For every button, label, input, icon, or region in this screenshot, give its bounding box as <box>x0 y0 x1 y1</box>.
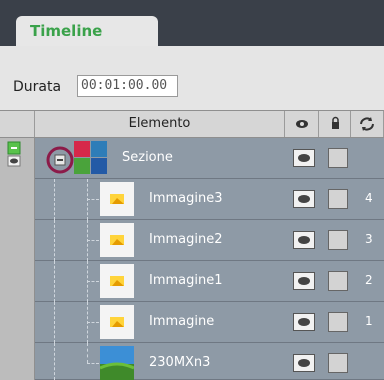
eye-icon <box>298 236 310 244</box>
lock-toggle[interactable] <box>328 148 348 168</box>
table-row[interactable]: 230MXn3 <box>35 343 384 380</box>
image-icon <box>110 194 124 204</box>
table-row[interactable]: Immagine1 2 <box>35 261 384 302</box>
section-marker <box>7 141 21 167</box>
eye-icon <box>298 195 310 203</box>
eye-icon <box>298 277 310 285</box>
row-name: Immagine <box>149 314 215 329</box>
row-number: 1 <box>365 314 373 328</box>
row-number: 4 <box>365 191 373 205</box>
lock-toggle[interactable] <box>328 312 348 332</box>
image-thumbnail <box>100 223 134 257</box>
tree-line <box>87 343 88 363</box>
eye-icon <box>298 154 310 162</box>
header-visibility[interactable] <box>285 111 319 137</box>
collapse-icon[interactable] <box>46 138 74 179</box>
lock-toggle[interactable] <box>328 271 348 291</box>
table-row[interactable]: Immagine2 3 <box>35 220 384 261</box>
lock-toggle[interactable] <box>328 230 348 250</box>
lock-icon <box>332 116 339 129</box>
section-thumbnail <box>74 141 107 174</box>
header-elemento[interactable]: Elemento <box>35 111 285 137</box>
tree-line <box>54 179 55 220</box>
row-name: Immagine3 <box>149 191 223 206</box>
row-name: 230MXn3 <box>149 355 211 370</box>
sync-icon <box>360 117 374 131</box>
tree-line <box>87 322 99 323</box>
tree-line <box>87 281 99 282</box>
visibility-toggle[interactable] <box>293 190 315 208</box>
visibility-toggle[interactable] <box>293 313 315 331</box>
lock-toggle[interactable] <box>328 353 348 373</box>
table-row[interactable]: Immagine 1 <box>35 302 384 343</box>
lock-toggle[interactable] <box>328 189 348 209</box>
eye-icon <box>296 120 308 128</box>
video-thumbnail <box>100 346 134 380</box>
duration-field[interactable]: 00:01:00.00 <box>77 75 178 97</box>
tab-timeline[interactable]: Timeline <box>16 16 158 46</box>
tree-line <box>54 343 55 380</box>
visibility-toggle[interactable] <box>293 272 315 290</box>
duration-label: Durata <box>13 79 62 95</box>
row-number: 3 <box>365 232 373 246</box>
eye-icon <box>298 318 310 326</box>
tree-line <box>54 302 55 343</box>
tree-line <box>54 220 55 261</box>
grid-header: Elemento <box>0 110 384 138</box>
tree-line <box>87 363 99 364</box>
row-name: Immagine1 <box>149 273 223 288</box>
image-icon <box>110 317 124 327</box>
visibility-toggle[interactable] <box>293 231 315 249</box>
tree-line <box>87 199 99 200</box>
image-thumbnail <box>100 264 134 298</box>
row-number: 2 <box>365 273 373 287</box>
eye-icon <box>298 359 310 367</box>
image-thumbnail <box>100 305 134 339</box>
image-thumbnail <box>100 182 134 216</box>
tree-line <box>87 240 99 241</box>
header-left-cell <box>0 111 35 137</box>
image-icon <box>110 235 124 245</box>
table-row[interactable]: Sezione <box>35 138 384 179</box>
tab-label: Timeline <box>30 22 103 40</box>
timeline-window: Timeline Durata 00:01:00.00 Elemento Sez… <box>0 0 384 380</box>
row-name: Sezione <box>122 150 173 165</box>
row-name: Immagine2 <box>149 232 223 247</box>
table-row[interactable]: Immagine3 4 <box>35 179 384 220</box>
image-icon <box>110 276 124 286</box>
left-strip <box>0 138 35 380</box>
visibility-toggle[interactable] <box>293 149 315 167</box>
tree-line <box>54 261 55 302</box>
visibility-toggle[interactable] <box>293 354 315 372</box>
header-lock[interactable] <box>319 111 351 137</box>
header-sync[interactable] <box>351 111 384 137</box>
